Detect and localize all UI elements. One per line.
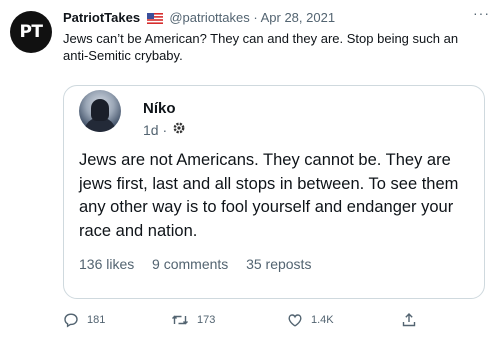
reply-count: 181 <box>87 314 106 326</box>
like-icon <box>288 314 302 327</box>
quoted-avatar[interactable] <box>79 90 121 132</box>
avatar-initials: PT <box>19 22 43 42</box>
action-bar: 181 173 1.4K <box>63 312 433 332</box>
quoted-stats: 136 likes 9 comments 35 reposts <box>79 256 311 272</box>
retweet-icon <box>172 315 188 325</box>
tweet-header: PatriotTakes @patriottakes · Apr 28, 202… <box>63 10 484 28</box>
tweet-date[interactable]: Apr 28, 2021 <box>261 10 335 25</box>
quoted-comments[interactable]: 9 comments <box>152 256 228 272</box>
meta-separator: · <box>253 10 258 25</box>
reply-icon <box>64 313 78 328</box>
avatar-head <box>91 99 109 121</box>
us-flag-icon <box>146 13 163 24</box>
retweet-button[interactable]: 173 <box>171 312 215 328</box>
like-button[interactable]: 1.4K <box>287 312 334 328</box>
reply-button[interactable]: 181 <box>63 312 105 328</box>
quoted-likes[interactable]: 136 likes <box>79 256 134 272</box>
quoted-post[interactable]: Níko 1d · Jews are not Americans. They c… <box>63 85 485 299</box>
tweet-text: Jews can’t be American? They can and the… <box>63 31 459 63</box>
quoted-author-name[interactable]: Níko <box>143 100 176 117</box>
quoted-time: 1d · <box>143 122 167 138</box>
like-count: 1.4K <box>311 314 334 326</box>
quoted-time-value: 1d <box>143 122 159 138</box>
share-button[interactable] <box>401 312 425 328</box>
more-icon[interactable]: ··· <box>473 5 490 21</box>
avatar[interactable]: PT <box>10 11 52 53</box>
quoted-text: Jews are not Americans. They cannot be. … <box>79 151 459 240</box>
quoted-reposts[interactable]: 35 reposts <box>246 256 311 272</box>
author-name[interactable]: PatriotTakes <box>63 10 140 25</box>
retweet-count: 173 <box>197 314 216 326</box>
quoted-time-separator: · <box>162 122 168 138</box>
author-handle[interactable]: @patriottakes <box>169 10 249 25</box>
gear-icon <box>173 122 185 134</box>
share-icon <box>402 313 416 327</box>
